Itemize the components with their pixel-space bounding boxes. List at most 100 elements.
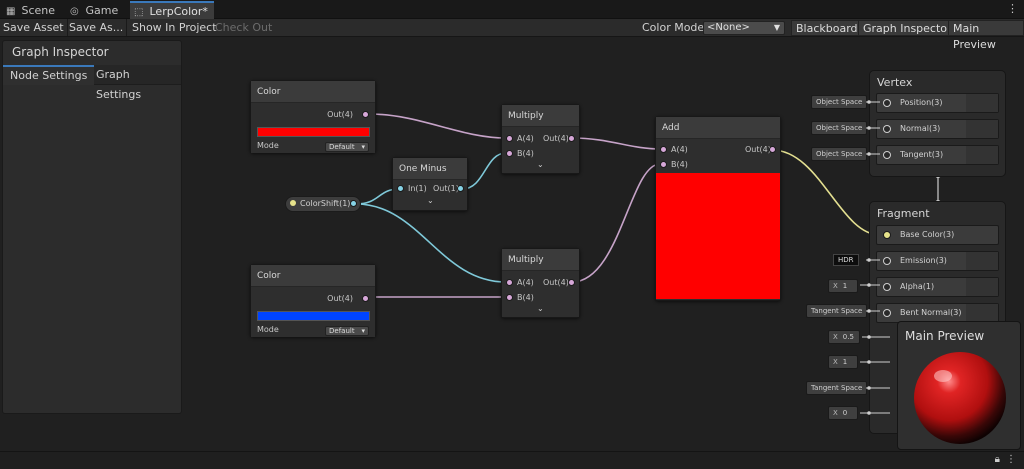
- fragment-block-alpha[interactable]: Alpha(1): [876, 277, 999, 297]
- colorshift-property[interactable]: ColorShift(1): [285, 196, 361, 212]
- add-node[interactable]: Add A(4) B(4) Out(4): [655, 116, 781, 301]
- extra-input-1[interactable]: X 0.5: [828, 330, 860, 344]
- mode-dropdown[interactable]: Default ▾: [325, 326, 369, 336]
- port-label: B(4): [671, 160, 688, 169]
- wire-color1-to-multiply1: [368, 113, 507, 139]
- vertex-block-position[interactable]: Position(3): [876, 93, 999, 113]
- input-port[interactable]: [883, 257, 891, 265]
- node-body: A(4) B(4) Out(4) ⌄: [502, 127, 579, 173]
- color-node-1[interactable]: Color Out(4) Mode Default ▾: [250, 80, 376, 153]
- node-body: Out(4) Mode Default ▾: [251, 287, 375, 337]
- vertex-block-normal[interactable]: Normal(3): [876, 119, 999, 139]
- bentnormal-space-input[interactable]: Tangent Space: [806, 304, 868, 318]
- multiply-node-2[interactable]: Multiply A(4) B(4) Out(4) ⌄: [501, 248, 580, 318]
- node-body: A(4) B(4) Out(4) ⌄: [502, 271, 579, 317]
- value: 0.5: [842, 333, 854, 341]
- input-port[interactable]: [506, 294, 513, 301]
- port-label: B(4): [517, 293, 534, 302]
- graph-inspector-panel: Graph Inspector Node Settings Graph Sett…: [2, 40, 182, 414]
- status-bar: 🔒︎ ⋮: [0, 451, 1024, 469]
- input-port[interactable]: [506, 279, 513, 286]
- port-label: A(4): [517, 278, 534, 287]
- property-indicator: [290, 200, 296, 206]
- vertex-block-tangent[interactable]: Tangent(3): [876, 145, 999, 165]
- output-port[interactable]: [350, 200, 357, 207]
- main-preview-panel[interactable]: Main Preview: [897, 321, 1021, 450]
- input-port[interactable]: [883, 231, 891, 239]
- extra-input-3[interactable]: Tangent Space: [806, 381, 868, 395]
- node-title: Multiply: [502, 105, 579, 127]
- fragment-block-basecolor[interactable]: Base Color(3): [876, 225, 999, 245]
- node-body: A(4) B(4) Out(4): [656, 139, 780, 300]
- output-port[interactable]: [568, 135, 575, 142]
- input-port[interactable]: [883, 99, 891, 107]
- wire-add-to-basecolor: [771, 149, 881, 236]
- block-fill: [966, 120, 998, 138]
- alpha-input[interactable]: X1: [828, 279, 858, 293]
- preview-sphere[interactable]: [910, 348, 1010, 448]
- more-options-icon[interactable]: ⋮: [1006, 454, 1016, 465]
- input-port[interactable]: [660, 146, 667, 153]
- x-label: X: [833, 409, 838, 417]
- mode-label: Mode: [257, 325, 279, 334]
- input-port[interactable]: [506, 135, 513, 142]
- fragment-block-bentnormal[interactable]: Bent Normal(3): [876, 303, 999, 323]
- chevron-down-icon: ▾: [361, 143, 365, 151]
- preview-title: Main Preview: [905, 329, 985, 343]
- emission-hdr-input[interactable]: HDR: [833, 254, 859, 266]
- multiply-node-1[interactable]: Multiply A(4) B(4) Out(4) ⌄: [501, 104, 580, 174]
- vertex-position-space[interactable]: Object Space: [811, 95, 868, 109]
- node-preview: [656, 173, 780, 299]
- property-label: ColorShift(1): [300, 199, 351, 208]
- wire-multiply1-to-add: [571, 137, 661, 150]
- wire-multiply2-to-add: [571, 163, 661, 283]
- vertex-context[interactable]: Vertex Position(3) Normal(3) Tangent(3): [869, 70, 1006, 177]
- mode-dropdown[interactable]: Default ▾: [325, 142, 369, 152]
- color-swatch-red[interactable]: [257, 127, 370, 137]
- tab-graph-settings[interactable]: Graph Settings: [89, 65, 181, 101]
- input-port[interactable]: [506, 150, 513, 157]
- lock-icon[interactable]: 🔒︎: [995, 454, 1000, 465]
- input-port[interactable]: [883, 151, 891, 159]
- block-fill: [966, 146, 998, 164]
- node-title: Color: [251, 81, 375, 103]
- one-minus-node[interactable]: One Minus In(1) Out(1) ⌄: [392, 157, 468, 211]
- wire-oneminus-to-multiply1: [461, 152, 507, 190]
- vertex-tangent-space[interactable]: Object Space: [811, 147, 868, 161]
- block-label: Base Color(3): [900, 230, 955, 239]
- block-label: Normal(3): [900, 124, 941, 133]
- input-port[interactable]: [883, 283, 891, 291]
- output-port[interactable]: [362, 295, 369, 302]
- mode-label: Mode: [257, 141, 279, 150]
- shader-graph-window: ▦ Scene ◎ Game ⬚ LerpColor* ⋮ Save Asset…: [0, 0, 1024, 469]
- input-port[interactable]: [883, 309, 891, 317]
- color-node-2[interactable]: Color Out(4) Mode Default ▾: [250, 264, 376, 337]
- port-label: Out(4): [327, 294, 353, 303]
- extra-input-4[interactable]: X0: [828, 406, 858, 420]
- extra-input-2[interactable]: X1: [828, 355, 858, 369]
- node-title: Multiply: [502, 249, 579, 271]
- chevron-down-icon[interactable]: ⌄: [537, 160, 544, 169]
- vertex-normal-space[interactable]: Object Space: [811, 121, 868, 135]
- port-label: Out(1): [433, 184, 459, 193]
- output-port[interactable]: [457, 185, 464, 192]
- node-title: One Minus: [393, 158, 467, 180]
- block-fill: [966, 304, 998, 322]
- input-port[interactable]: [660, 161, 667, 168]
- fragment-block-emission[interactable]: Emission(3): [876, 251, 999, 271]
- tab-node-settings[interactable]: Node Settings: [3, 65, 95, 85]
- output-port[interactable]: [769, 146, 776, 153]
- output-port[interactable]: [362, 111, 369, 118]
- chevron-down-icon[interactable]: ⌄: [427, 196, 434, 205]
- input-port[interactable]: [883, 125, 891, 133]
- input-port[interactable]: [397, 185, 404, 192]
- node-title: Add: [656, 117, 780, 139]
- output-port[interactable]: [568, 279, 575, 286]
- mode-value: Default: [329, 143, 355, 151]
- x-label: X: [833, 358, 838, 366]
- port-label: A(4): [671, 145, 688, 154]
- color-swatch-blue[interactable]: [257, 311, 370, 321]
- port-label: In(1): [408, 184, 427, 193]
- chevron-down-icon[interactable]: ⌄: [537, 304, 544, 313]
- wire-property-to-multiply2: [355, 203, 507, 283]
